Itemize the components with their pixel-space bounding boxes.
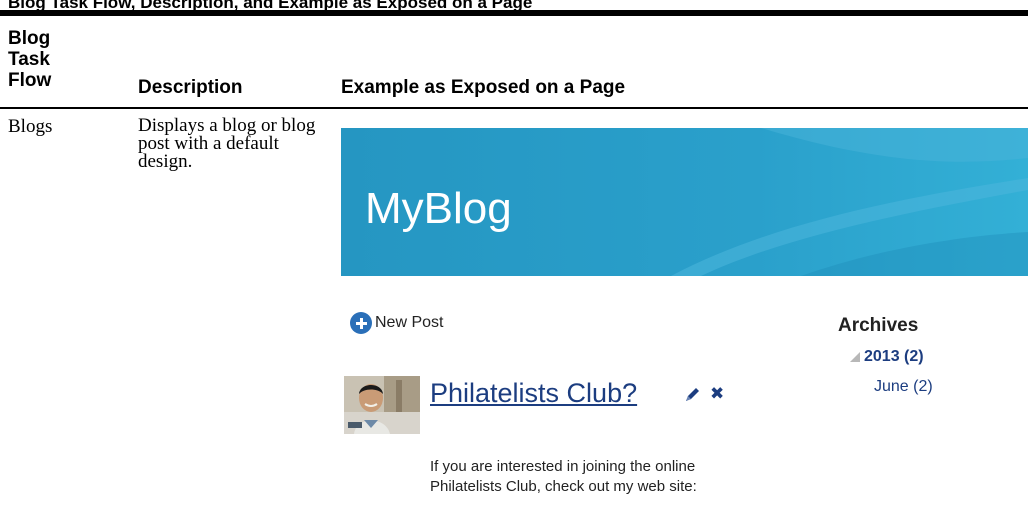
- column-header-description: Description: [138, 77, 243, 98]
- row-task-flow-name: Blogs: [8, 116, 53, 137]
- author-avatar: [344, 376, 420, 434]
- archive-year-label: 2013 (2): [864, 348, 924, 365]
- example-screenshot: MyBlog New Post Philatelists Club? ✖ If …: [341, 128, 1028, 512]
- edit-pencil-icon[interactable]: [683, 386, 701, 404]
- header-rule: [0, 107, 1028, 109]
- post-body: If you are interested in joining the onl…: [430, 458, 697, 495]
- blog-title: MyBlog: [365, 184, 512, 233]
- expand-triangle-icon: [850, 352, 860, 362]
- top-rule: [0, 10, 1028, 16]
- new-post-button[interactable]: New Post: [350, 312, 443, 334]
- archives-heading: Archives: [838, 315, 919, 336]
- column-header-task-flow: Blog Task Flow: [8, 28, 52, 91]
- column-header-example: Example as Exposed on a Page: [341, 77, 626, 98]
- new-post-label: New Post: [375, 314, 444, 331]
- delete-x-icon[interactable]: ✖: [710, 384, 726, 404]
- row-description: Displays a blog or blog post with a defa…: [138, 115, 316, 172]
- archive-month-june[interactable]: June (2): [874, 378, 933, 396]
- archive-year-2013[interactable]: 2013 (2): [849, 348, 924, 366]
- new-post-plus-icon: [350, 312, 372, 334]
- blog-banner: MyBlog: [341, 128, 1028, 276]
- post-title-link[interactable]: Philatelists Club?: [430, 378, 637, 409]
